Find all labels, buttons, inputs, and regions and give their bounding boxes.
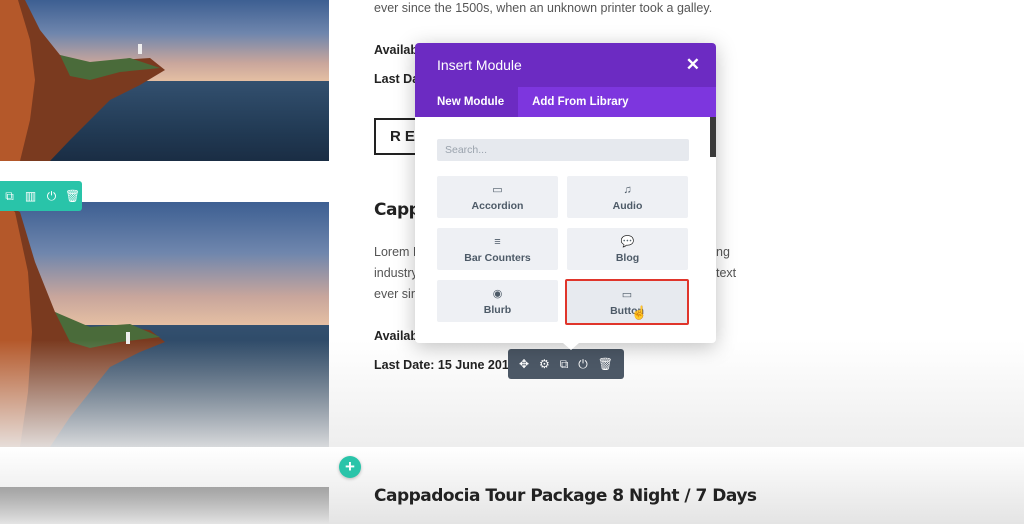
accordion-icon: ▭ [492, 183, 503, 196]
row-settings-toolbar: ⧉ ▥ ⏻ 🗑 [0, 181, 82, 211]
tour-photo-1 [0, 0, 329, 161]
move-icon[interactable]: ✥ [519, 357, 529, 371]
pin-icon: ◉ [492, 287, 503, 300]
module-search-input[interactable] [437, 139, 689, 161]
add-row-button[interactable]: + [339, 456, 361, 478]
card-2-para-line-3: ever sin [374, 287, 418, 301]
button-icon: ▭ [621, 288, 633, 301]
module-blurb[interactable]: ◉ Blurb [437, 280, 558, 322]
module-settings-toolbar: ✥ ⚙ ⧉ ⏻ 🗑 [508, 349, 624, 379]
columns-icon[interactable]: ▥ [23, 189, 38, 203]
module-label: Blog [615, 251, 640, 264]
dialog-tabs: New Module Add From Library [415, 87, 716, 117]
last-date-label-2: Last Date: 15 June 2017 [374, 358, 516, 372]
speech-bubble-icon: 💬 [620, 235, 635, 248]
module-label: Accordion [471, 199, 524, 212]
trash-icon[interactable]: 🗑 [65, 189, 80, 203]
card-2-para-line-1: Lorem I [374, 245, 417, 259]
module-label: Audio [612, 199, 643, 212]
card-2-para-line-1-end: ng [716, 245, 730, 259]
available-label-2: Availab [374, 329, 419, 343]
tab-new-module[interactable]: New Module [415, 87, 519, 117]
gear-icon[interactable]: ⚙ [539, 357, 550, 371]
insert-module-dialog: Insert Module ✕ New Module Add From Libr… [415, 43, 716, 343]
hand-cursor-icon: ☝ [631, 305, 648, 320]
bar-counter-icon: ≡ [494, 235, 501, 248]
power-icon[interactable]: ⏻ [44, 189, 59, 204]
duplicate-icon[interactable]: ⧉ [2, 189, 17, 204]
power-icon[interactable]: ⏻ [578, 357, 588, 372]
card-2-para-line-2: industry [374, 266, 418, 280]
dialog-title: Insert Module [437, 57, 522, 73]
module-accordion[interactable]: ▭ Accordion [437, 176, 558, 218]
trash-icon[interactable]: 🗑 [598, 357, 613, 371]
card-2-para-line-2-end: text [716, 266, 737, 280]
dialog-pointer [563, 343, 579, 350]
close-icon[interactable]: ✕ [686, 55, 700, 75]
music-note-icon: ♫ [623, 183, 632, 196]
module-blog[interactable]: 💬 Blog [567, 228, 688, 270]
tab-add-from-library[interactable]: Add From Library [518, 87, 642, 117]
scrollbar[interactable] [710, 117, 716, 157]
last-date-label-1: Last Da [374, 72, 420, 86]
duplicate-icon[interactable]: ⧉ [560, 357, 569, 372]
module-label: Blurb [483, 303, 512, 316]
card-3-title: Cappadocia Tour Package 8 Night / 7 Days [374, 486, 757, 506]
available-label-1: Availab [374, 43, 419, 57]
module-label: Bar Counters [464, 251, 531, 264]
dialog-header: Insert Module [415, 43, 716, 87]
intro-text: ever since the 1500s, when an unknown pr… [374, 1, 713, 15]
module-audio[interactable]: ♫ Audio [567, 176, 688, 218]
module-button[interactable]: ▭ Button [565, 279, 689, 325]
module-bar-counters[interactable]: ≡ Bar Counters [437, 228, 558, 270]
